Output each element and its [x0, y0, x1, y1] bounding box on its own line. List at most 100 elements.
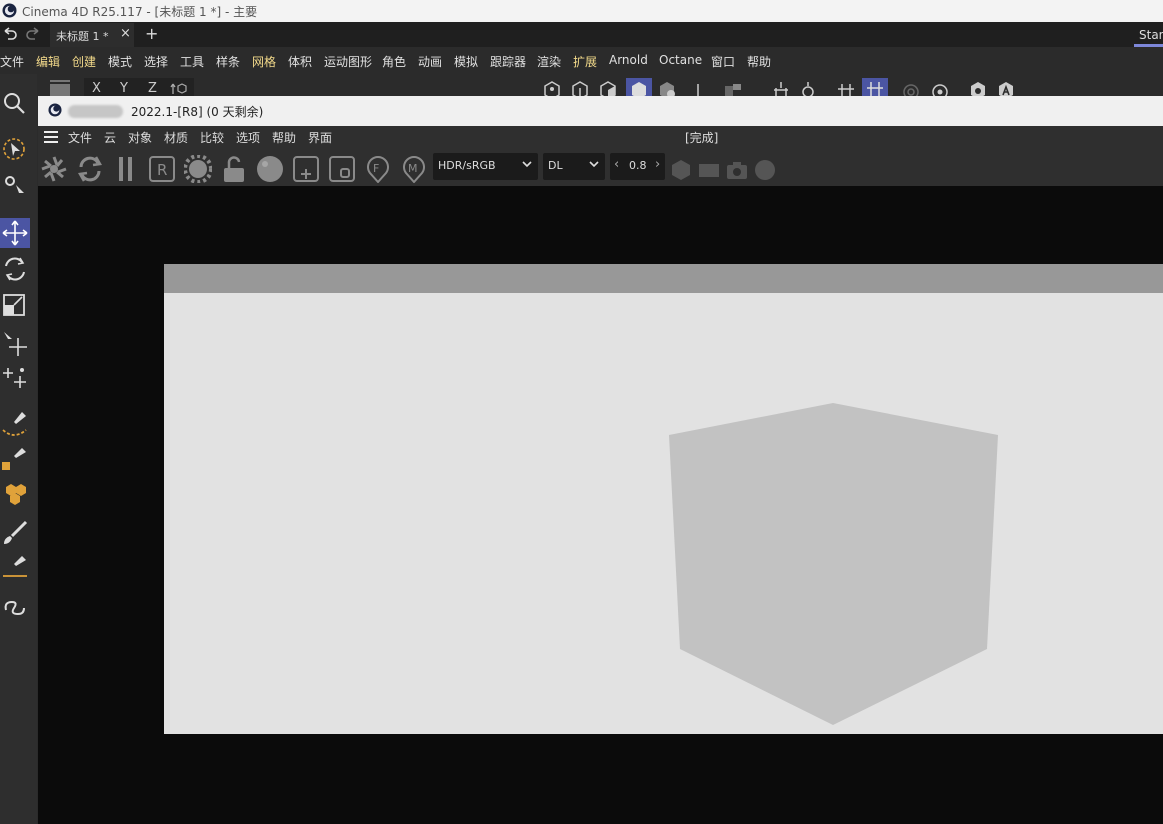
move-tool-button[interactable]: [0, 218, 30, 248]
kernel-value: DL: [548, 159, 563, 172]
search-icon[interactable]: [0, 88, 30, 118]
svg-text:M: M: [408, 162, 418, 175]
circle-icon[interactable]: [754, 159, 776, 181]
menu-tracker[interactable]: 跟踪器: [490, 53, 526, 70]
sculpt-pen-icon[interactable]: [0, 552, 30, 582]
rw-menu-file[interactable]: 文件: [68, 129, 92, 146]
send-scene-icon[interactable]: [40, 155, 68, 183]
restart-render-icon[interactable]: [76, 155, 104, 183]
brush-icon[interactable]: [0, 518, 30, 548]
chevron-down-icon: [589, 161, 599, 168]
render-image-header-strip: [164, 264, 1163, 293]
menu-window[interactable]: 窗口: [711, 53, 735, 70]
focus-pin-icon[interactable]: F: [364, 155, 392, 183]
rw-menu-materials[interactable]: 材质: [164, 129, 188, 146]
main-menubar: 文件 编辑 创建 模式 选择 工具 样条 网格 体积 运动图形 角色 动画 模拟…: [0, 47, 1163, 74]
render-window-title: 2022.1-[R8] (0 天剩余): [131, 105, 264, 119]
layout-tab-standard[interactable]: Standard: [1134, 25, 1163, 47]
zoom-region-icon[interactable]: [328, 155, 356, 183]
scale-icon[interactable]: [0, 289, 30, 319]
menu-tools[interactable]: 工具: [180, 53, 204, 70]
world-coordinate-icon[interactable]: [170, 80, 190, 96]
menu-simulate[interactable]: 模拟: [454, 53, 478, 70]
material-preview-icon[interactable]: [256, 155, 284, 183]
increment-button[interactable]: ›: [655, 157, 660, 172]
axis-y-toggle[interactable]: Y: [120, 81, 128, 96]
window-title: Cinema 4D R25.117 - [未标题 1 *] - 主要: [22, 5, 258, 19]
menu-volume[interactable]: 体积: [288, 53, 312, 70]
tab-document-label: 未标题 1 *: [56, 30, 109, 43]
rw-menu-compare[interactable]: 比较: [200, 129, 224, 146]
menu-extensions[interactable]: 扩展: [573, 53, 597, 70]
rendered-cube: [669, 403, 998, 725]
render-image[interactable]: [164, 293, 1163, 734]
selection-settings-icon[interactable]: [0, 169, 30, 199]
axis-x-toggle[interactable]: X: [92, 81, 101, 96]
menu-create[interactable]: 创建: [72, 53, 96, 70]
film-region-icon[interactable]: [698, 159, 720, 181]
lock-icon[interactable]: [220, 155, 248, 183]
model-mode-button[interactable]: [626, 78, 652, 99]
region-render-icon[interactable]: R: [148, 155, 176, 183]
menu-mograph[interactable]: 运动图形: [324, 53, 372, 70]
svg-text:F: F: [373, 162, 379, 175]
spline-pen-icon[interactable]: [0, 408, 30, 438]
decrement-button[interactable]: ‹: [614, 157, 619, 172]
menu-edit[interactable]: 编辑: [36, 53, 60, 70]
undo-icon[interactable]: [1, 27, 19, 41]
chevron-down-icon: [522, 161, 532, 168]
rotate-icon[interactable]: [0, 254, 30, 284]
rw-menu-options[interactable]: 选项: [236, 129, 260, 146]
cube-objects-icon[interactable]: [0, 479, 30, 509]
axis-lock-group: X Y Z: [84, 78, 194, 96]
redo-icon[interactable]: [24, 27, 42, 41]
focus-picker-icon[interactable]: [292, 155, 320, 183]
rw-menu-cloud[interactable]: 云: [104, 129, 116, 146]
rw-menu-interface[interactable]: 界面: [308, 129, 332, 146]
live-selection-icon[interactable]: [0, 134, 30, 164]
document-tab-bar: 未标题 1 * × + Standard: [0, 22, 1163, 47]
render-status: [完成]: [685, 131, 719, 145]
hexagon-icon[interactable]: [670, 159, 692, 181]
value-stepper[interactable]: ‹ 0.8 ›: [610, 153, 665, 180]
menu-render[interactable]: 渲染: [537, 53, 561, 70]
menu-mode[interactable]: 模式: [108, 53, 132, 70]
close-icon[interactable]: ×: [120, 26, 131, 41]
freehand-spline-icon[interactable]: [0, 590, 30, 620]
menu-octane[interactable]: Octane: [659, 53, 702, 67]
spline-sketch-icon[interactable]: [0, 444, 30, 474]
rw-menu-objects[interactable]: 对象: [128, 129, 152, 146]
rw-menu-help[interactable]: 帮助: [272, 129, 296, 146]
menu-help[interactable]: 帮助: [747, 53, 771, 70]
app-titlebar: Cinema 4D R25.117 - [未标题 1 *] - 主要: [0, 0, 1163, 22]
placement-tool-icon[interactable]: [0, 362, 30, 392]
cinema4d-logo-icon: [2, 3, 17, 18]
camera-icon[interactable]: [726, 159, 748, 181]
hamburger-menu-icon[interactable]: [44, 130, 58, 144]
colorspace-select[interactable]: HDR/sRGB: [433, 153, 538, 180]
material-pin-icon[interactable]: M: [400, 155, 428, 183]
kernel-select[interactable]: DL: [543, 153, 605, 180]
axis-z-toggle[interactable]: Z: [148, 81, 157, 96]
menu-mesh[interactable]: 网格: [252, 53, 276, 70]
menu-arnold[interactable]: Arnold: [609, 53, 648, 67]
pause-icon[interactable]: [112, 155, 140, 183]
redacted-label: [68, 105, 123, 118]
layout-label: Standard: [1139, 28, 1163, 42]
settings-gear-icon[interactable]: [184, 155, 212, 183]
main-toolbar: X Y Z: [0, 74, 1163, 100]
tab-document[interactable]: 未标题 1 * ×: [50, 23, 134, 47]
render-window-menubar: 文件 云 对象 材质 比较 选项 帮助 界面 [完成]: [38, 126, 1163, 148]
add-tab-button[interactable]: +: [145, 24, 158, 43]
menu-animate[interactable]: 动画: [418, 53, 442, 70]
menu-spline[interactable]: 样条: [216, 53, 240, 70]
move-with-cursor-icon[interactable]: [0, 328, 30, 358]
menu-select[interactable]: 选择: [144, 53, 168, 70]
colorspace-value: HDR/sRGB: [438, 159, 496, 172]
menu-character[interactable]: 角色: [382, 53, 406, 70]
quantize-button[interactable]: [862, 78, 888, 99]
render-window-toolbar: R F M HDR/sRGB DL ‹ 0.8 ›: [38, 148, 1163, 186]
svg-text:R: R: [157, 161, 167, 179]
menu-file[interactable]: 文件: [0, 53, 24, 70]
coordinate-system-icon[interactable]: [48, 78, 72, 96]
